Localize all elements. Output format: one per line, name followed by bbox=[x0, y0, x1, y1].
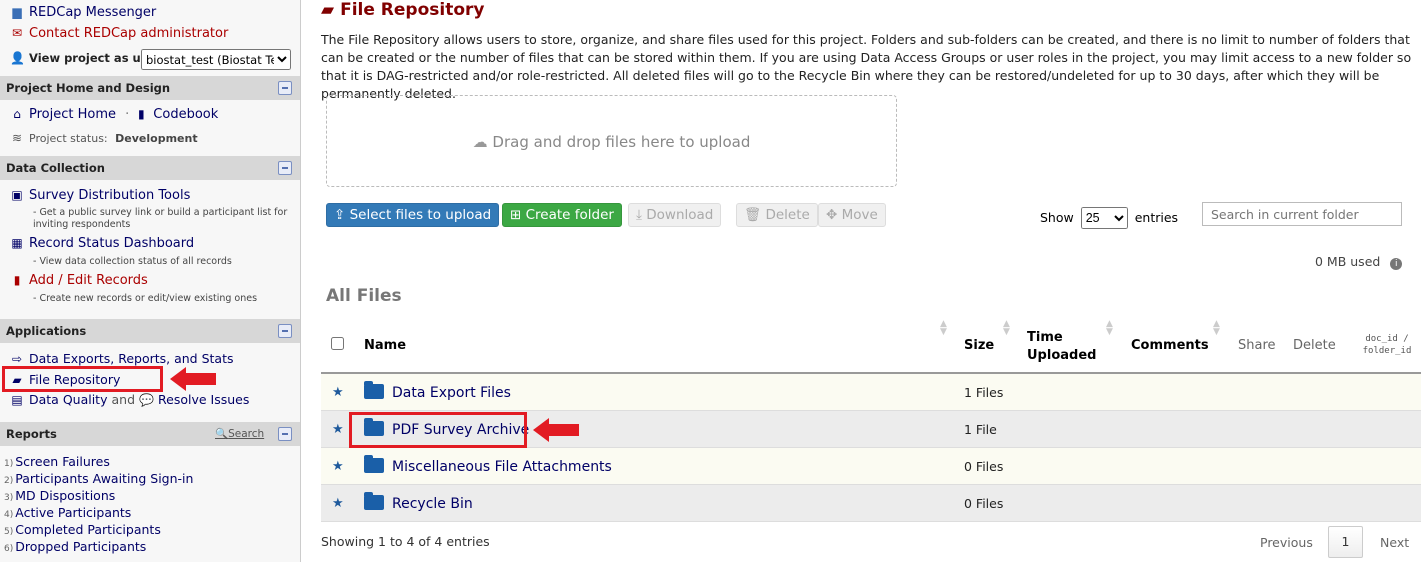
report-link[interactable]: 2) Participants Awaiting Sign-in bbox=[4, 471, 193, 486]
column-docid: doc_id / folder_id bbox=[1362, 334, 1412, 356]
view-as-user-select[interactable]: biostat_test (Biostat Tes bbox=[141, 49, 291, 70]
report-link[interactable]: 6) Dropped Participants bbox=[4, 539, 146, 554]
usage-text: 0 MB used i bbox=[1315, 254, 1403, 270]
previous-page-button[interactable]: Previous bbox=[1260, 535, 1313, 550]
trash-icon: 🗑 bbox=[744, 207, 762, 223]
column-size[interactable]: Size bbox=[964, 338, 994, 353]
star-icon[interactable]: ★ bbox=[332, 385, 344, 400]
entries-length: Show 25 entries bbox=[1040, 207, 1178, 229]
table-info: Showing 1 to 4 of 4 entries bbox=[321, 534, 490, 549]
collapse-toggle[interactable] bbox=[278, 324, 292, 338]
envelope-icon: ✉ bbox=[11, 26, 23, 40]
folder-icon bbox=[364, 492, 384, 510]
folder-plus-icon: ⊞ bbox=[510, 207, 522, 223]
info-icon[interactable]: i bbox=[1390, 258, 1403, 270]
grid-icon: ▦ bbox=[11, 236, 23, 250]
cloud-upload-icon: ☁ bbox=[472, 133, 488, 151]
home-icon: ⌂ bbox=[13, 107, 21, 121]
folder-open-icon: ▰ bbox=[321, 0, 335, 20]
collapse-toggle[interactable] bbox=[278, 161, 292, 175]
column-name[interactable]: Name bbox=[364, 338, 406, 353]
search-input[interactable] bbox=[1202, 202, 1402, 226]
add-edit-records-link[interactable]: ▮ Add / Edit Records bbox=[10, 273, 148, 288]
delete-button[interactable]: 🗑 Delete bbox=[736, 203, 818, 227]
report-link[interactable]: 5) Completed Participants bbox=[4, 522, 161, 537]
page-title: ▰ File Repository bbox=[321, 0, 485, 20]
user-icon: 👤 bbox=[10, 51, 25, 65]
star-icon[interactable]: ★ bbox=[332, 496, 344, 511]
file-icon: ▮ bbox=[13, 273, 21, 287]
collapse-toggle[interactable] bbox=[278, 81, 292, 95]
download-icon: ⤓ bbox=[636, 207, 642, 223]
table-row[interactable]: ★ Recycle Bin 0 Files bbox=[321, 485, 1421, 522]
select-files-button[interactable]: ⇪ Select files to upload bbox=[326, 203, 500, 227]
presentation-icon: ▣ bbox=[11, 188, 23, 202]
table-header: Name Size Time Uploaded Comments Share D… bbox=[321, 318, 1421, 374]
folder-icon bbox=[364, 381, 384, 399]
data-quality-link[interactable]: ▤ Data Quality and 💬 Resolve Issues bbox=[10, 392, 249, 407]
folder-heading: All Files bbox=[326, 286, 402, 306]
main-content: ▰ File Repository The File Repository all… bbox=[321, 0, 1426, 562]
clipboard-check-icon: ▤ bbox=[11, 393, 23, 407]
chat-icon: ▆ bbox=[12, 5, 22, 19]
project-status: ≋ Project status: Development bbox=[11, 131, 198, 145]
create-folder-button[interactable]: ⊞ Create folder bbox=[502, 203, 622, 227]
report-link[interactable]: 4) Active Participants bbox=[4, 505, 131, 520]
survey-distribution-desc: - Get a public survey link or build a pa… bbox=[33, 207, 288, 230]
project-home-link[interactable]: ⌂ Project Home · ▮ Codebook bbox=[10, 107, 218, 122]
resolve-issues-link[interactable]: Resolve Issues bbox=[158, 392, 249, 407]
move-button[interactable]: ✥ Move bbox=[818, 203, 886, 227]
annotation-arrow-icon bbox=[170, 367, 216, 391]
annotation-highlight-box bbox=[2, 366, 163, 392]
comments-icon: 💬 bbox=[139, 393, 154, 407]
move-icon: ✥ bbox=[826, 207, 838, 223]
column-comments[interactable]: Comments bbox=[1131, 338, 1209, 353]
sort-icon: ▲ ▼ bbox=[1213, 319, 1220, 337]
add-edit-desc: - Create new records or edit/view existi… bbox=[33, 293, 258, 304]
sort-icon: ▲ ▼ bbox=[1106, 319, 1113, 337]
collapse-toggle[interactable] bbox=[278, 427, 292, 441]
page-1-button[interactable]: 1 bbox=[1328, 526, 1363, 558]
dropzone[interactable]: ☁ Drag and drop files here to upload bbox=[326, 95, 897, 187]
contact-admin-link[interactable]: ✉ Contact REDCap administrator bbox=[10, 26, 228, 41]
layers-icon: ≋ bbox=[11, 131, 23, 145]
folder-icon bbox=[364, 455, 384, 473]
select-all-checkbox[interactable] bbox=[331, 337, 344, 350]
entries-select[interactable]: 25 bbox=[1080, 207, 1128, 229]
sidebar: ▆ REDCap Messenger ✉ Contact REDCap admini… bbox=[0, 0, 301, 562]
codebook-link[interactable]: Codebook bbox=[153, 107, 218, 122]
book-icon: ▮ bbox=[137, 107, 145, 121]
sort-icon: ▲ ▼ bbox=[1003, 319, 1010, 337]
next-page-button[interactable]: Next bbox=[1380, 535, 1409, 550]
export-icon: ⇨ bbox=[11, 352, 23, 366]
column-time-uploaded[interactable]: Time Uploaded bbox=[1027, 329, 1097, 365]
data-exports-link[interactable]: ⇨ Data Exports, Reports, and Stats bbox=[10, 351, 234, 366]
intro-text: The File Repository allows users to stor… bbox=[321, 32, 1412, 101]
section-header-reports: Reports 🔍Search bbox=[0, 422, 300, 446]
section-header-applications: Applications bbox=[0, 319, 300, 343]
sort-icon: ▲ ▼ bbox=[940, 319, 947, 337]
annotation-arrow-icon bbox=[533, 418, 579, 442]
column-delete: Delete bbox=[1293, 338, 1336, 353]
record-status-dashboard-link[interactable]: ▦ Record Status Dashboard bbox=[10, 236, 194, 251]
survey-distribution-link[interactable]: ▣ Survey Distribution Tools bbox=[10, 188, 190, 203]
star-icon[interactable]: ★ bbox=[332, 459, 344, 474]
annotation-highlight-box bbox=[349, 412, 527, 448]
report-link[interactable]: 3) MD Dispositions bbox=[4, 488, 115, 503]
column-share: Share bbox=[1238, 338, 1276, 353]
section-header-project-home: Project Home and Design bbox=[0, 76, 300, 100]
table-row[interactable]: ★ Data Export Files 1 Files bbox=[321, 374, 1421, 411]
reports-search-link[interactable]: 🔍Search bbox=[215, 427, 264, 440]
report-link[interactable]: 1) Screen Failures bbox=[4, 454, 110, 469]
download-button[interactable]: ⤓ Download bbox=[628, 203, 722, 227]
table-row[interactable]: ★ Miscellaneous File Attachments 0 Files bbox=[321, 448, 1421, 485]
section-header-data-collection: Data Collection bbox=[0, 156, 300, 180]
messenger-link[interactable]: ▆ REDCap Messenger bbox=[10, 5, 156, 20]
star-icon[interactable]: ★ bbox=[332, 422, 344, 437]
upload-icon: ⇪ bbox=[334, 207, 346, 223]
record-status-desc: - View data collection status of all rec… bbox=[33, 256, 232, 267]
